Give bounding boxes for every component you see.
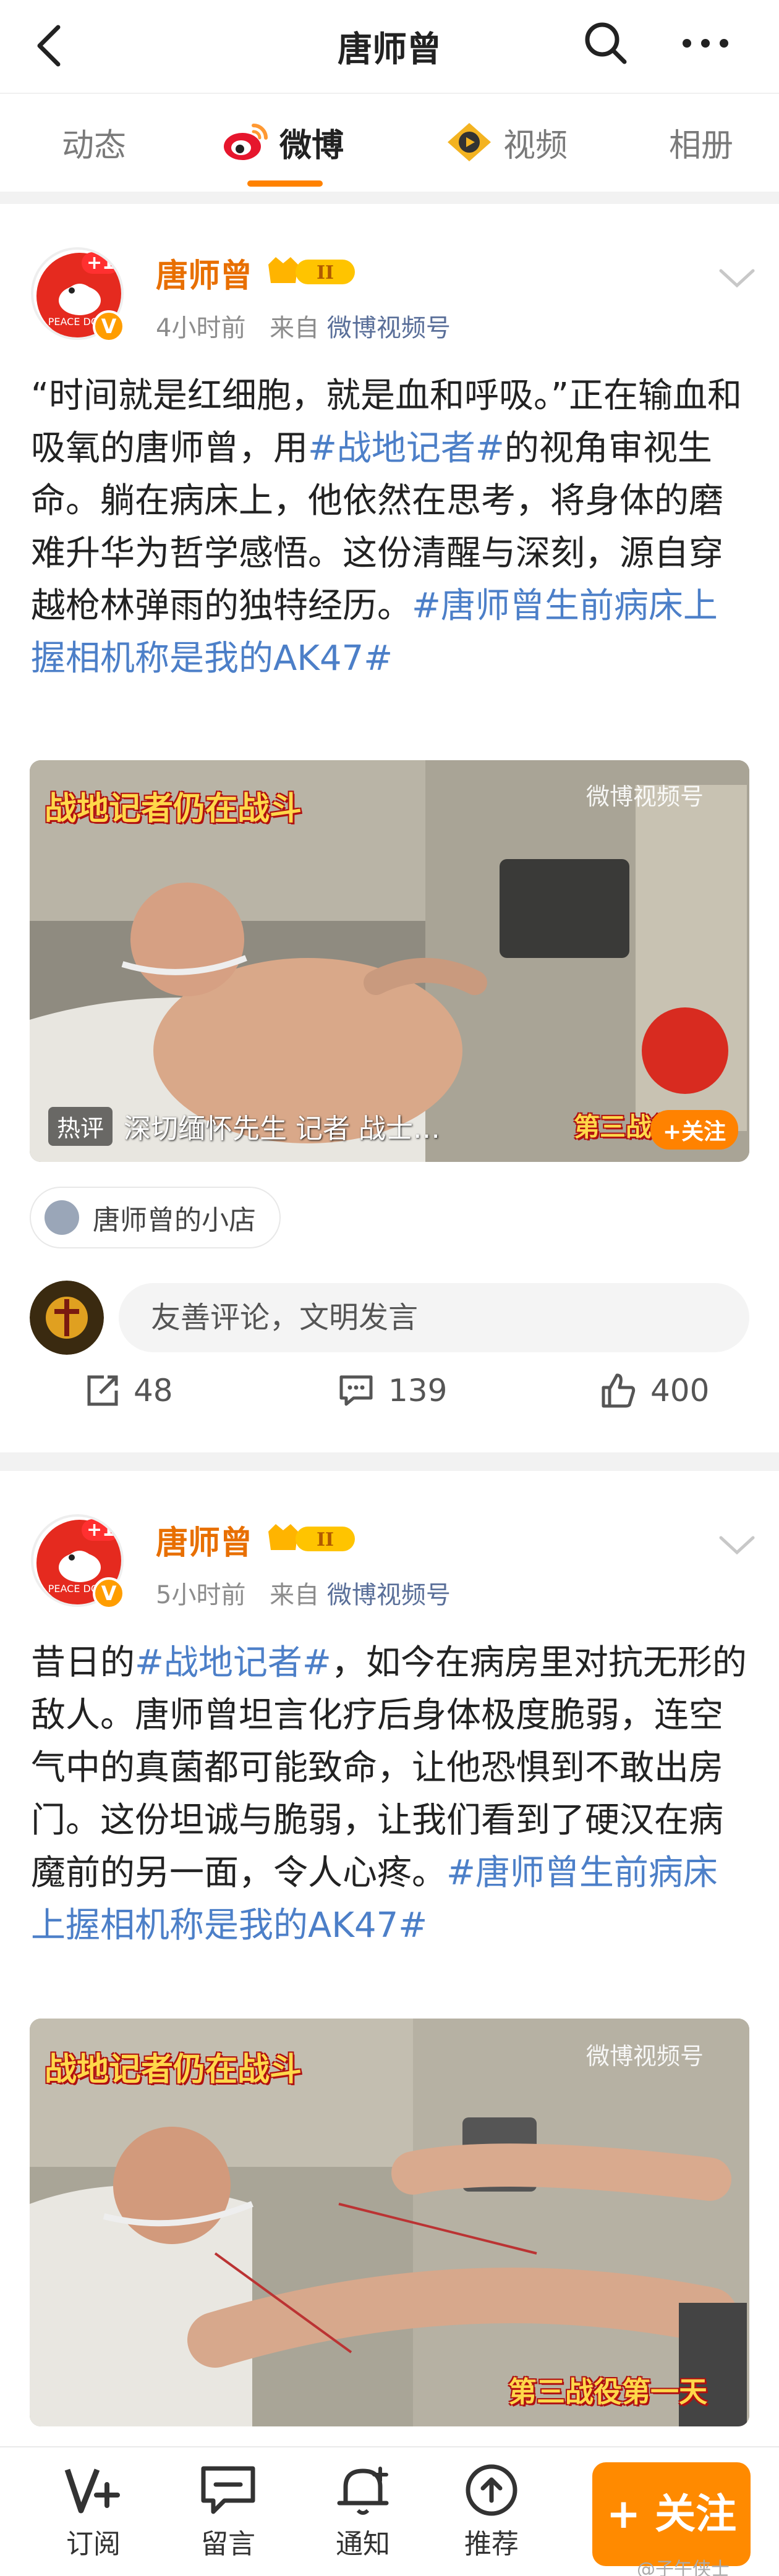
- subscribe-icon: [64, 2468, 120, 2514]
- video-thumbnail[interactable]: 战地记者仍在战斗 微博视频号 热评 深切缅怀先生 记者 战士… 第三战役 +关注: [30, 760, 749, 1162]
- tab-label: 微博: [279, 127, 344, 164]
- source-prefix: 来自: [270, 1581, 320, 1609]
- chevron-down-icon[interactable]: [717, 266, 757, 290]
- chevron-down-icon[interactable]: [717, 1533, 757, 1557]
- badge-level: II: [317, 262, 334, 284]
- comment-button[interactable]: 139: [338, 1360, 447, 1421]
- hot-comment-tag: 热评: [48, 1106, 113, 1146]
- like-count: 400: [650, 1373, 710, 1409]
- post-meta: 4小时前 来自 微博视频号: [156, 308, 451, 344]
- watermark-text: 微博视频号: [586, 783, 704, 810]
- tab-label: 相册: [669, 127, 734, 164]
- post-time: 5小时前: [156, 1581, 246, 1609]
- badge-level: II: [317, 1529, 334, 1551]
- top-bar: 唐师曾: [0, 0, 779, 93]
- message-icon: [201, 2466, 255, 2514]
- like-button[interactable]: 400: [600, 1360, 709, 1421]
- recommend-icon: [466, 2464, 517, 2516]
- post-source[interactable]: 微博视频号: [327, 314, 451, 342]
- bell-icon: [337, 2467, 389, 2515]
- subscribe-button[interactable]: 订阅: [47, 2462, 140, 2561]
- weibo-profile-page: 唐师曾 动态 微博 视频 相册 PEACE DOVE +1 V 唐师曾 II 4…: [0, 0, 779, 2576]
- comment-count: 139: [388, 1373, 448, 1409]
- back-arrow-icon[interactable]: [26, 21, 75, 70]
- author-name[interactable]: 唐师曾: [156, 250, 252, 296]
- topic-link[interactable]: #战地记者#: [308, 428, 504, 468]
- tab-dynamics[interactable]: 动态: [62, 117, 126, 167]
- post-source[interactable]: 微博视频号: [327, 1581, 451, 1609]
- shop-label: 唐师曾的小店: [93, 1205, 256, 1236]
- comment-input[interactable]: 友善评论，文明发言: [119, 1283, 749, 1352]
- repost-button[interactable]: 48: [85, 1360, 173, 1421]
- active-tab-indicator: [247, 180, 323, 187]
- shop-icon: [45, 1200, 79, 1235]
- tab-label: 动态: [62, 127, 127, 164]
- verified-badge-icon: V: [93, 1577, 125, 1609]
- video-channel-icon: [448, 123, 491, 161]
- tab-video[interactable]: 视频: [445, 117, 568, 167]
- comment-icon: [339, 1375, 373, 1406]
- repost-count: 48: [134, 1373, 173, 1409]
- notify-button[interactable]: 通知: [317, 2462, 409, 2561]
- bottom-label: 订阅: [66, 2528, 121, 2560]
- member-level-badge-icon: II: [268, 257, 355, 284]
- post-text: 昔日的#战地记者#，如今在病房里对抗无形的敌人。唐师曾坦言化疗后身体极度脆弱，连…: [31, 1637, 748, 1952]
- source-prefix: 来自: [270, 314, 320, 342]
- hot-comment-row: 热评 深切缅怀先生 记者 战士…: [48, 1106, 440, 1146]
- shop-link[interactable]: 唐师曾的小店: [30, 1187, 281, 1248]
- bottom-label: 留言: [201, 2528, 255, 2560]
- video-banner-text: 战地记者仍在战斗: [45, 2051, 302, 2088]
- page-title: 唐师曾: [338, 29, 441, 70]
- thumbs-up-icon: [602, 1373, 636, 1408]
- video-banner-text: 战地记者仍在战斗: [45, 790, 302, 828]
- author-name[interactable]: 唐师曾: [156, 1517, 252, 1563]
- profile-tabs: 动态 微博 视频 相册: [0, 93, 779, 192]
- follow-button[interactable]: + 关注: [592, 2462, 751, 2566]
- tab-album[interactable]: 相册: [669, 117, 733, 167]
- watermark-text: 微博视频号: [586, 2043, 704, 2070]
- search-icon[interactable]: [581, 19, 631, 68]
- notice-badge: +1: [81, 1519, 120, 1541]
- commenter-avatar: [30, 1281, 104, 1355]
- more-icon[interactable]: [678, 19, 733, 68]
- verified-badge-icon: V: [93, 310, 125, 342]
- member-level-badge-icon: II: [268, 1524, 355, 1551]
- hot-comment-text: 深切缅怀先生 记者 战士…: [124, 1113, 440, 1145]
- recommend-button[interactable]: 推荐: [445, 2462, 538, 2561]
- repost-icon: [87, 1375, 118, 1406]
- tab-label: 视频: [503, 127, 568, 164]
- post-meta: 5小时前 来自 微博视频号: [156, 1575, 451, 1611]
- post-text: “时间就是红细胞，就是血和呼吸。”正在输血和吸氧的唐师曾，用#战地记者#的视角审…: [31, 370, 748, 685]
- text-segment: 昔日的: [31, 1643, 135, 1683]
- post-actions: 48 139 400: [0, 1360, 779, 1421]
- tab-weibo[interactable]: 微博: [221, 117, 344, 167]
- video-thumbnail[interactable]: 战地记者仍在战斗 微博视频号 第三战役第一天: [30, 2019, 749, 2426]
- post-card: PEACE DOVE +1 V 唐师曾 II 5小时前 来自 微博视频号 昔日的…: [0, 1471, 779, 2446]
- watermark-credit: @子午侠士: [637, 2559, 730, 2576]
- message-button[interactable]: 留言: [182, 2462, 275, 2561]
- bottom-label: 推荐: [464, 2528, 519, 2560]
- bottom-label: 通知: [336, 2528, 390, 2560]
- video-follow-pill[interactable]: +关注: [650, 1110, 739, 1150]
- weibo-logo-icon: [224, 124, 268, 160]
- topic-link[interactable]: #战地记者#: [135, 1643, 331, 1683]
- overlay-tag: 第三战役第一天: [508, 2375, 707, 2409]
- post-card: PEACE DOVE +1 V 唐师曾 II 4小时前 来自 微博视频号 “时间…: [0, 204, 779, 1452]
- notice-badge: +1: [81, 252, 120, 274]
- post-time: 4小时前: [156, 314, 246, 342]
